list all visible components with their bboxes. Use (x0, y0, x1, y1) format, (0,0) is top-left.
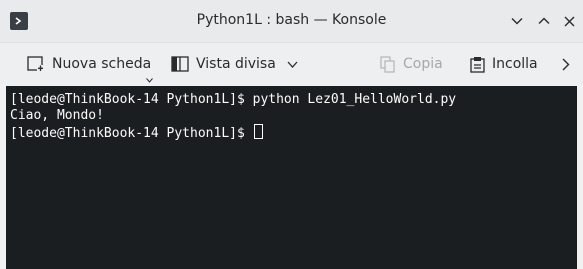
terminal-cursor (253, 124, 263, 139)
close-icon[interactable] (560, 12, 578, 30)
split-view-label: Vista divisa (196, 56, 276, 72)
terminal-line: [leode@ThinkBook-14 Python1L]$ python Le… (10, 92, 457, 107)
split-view-icon (171, 56, 189, 72)
konsole-window: Python1L : bash — Konsole Nuova scheda V… (0, 0, 583, 269)
terminal-prompt: [leode@ThinkBook-14 Python1L]$ (10, 126, 253, 141)
new-tab-button[interactable]: Nuova scheda (27, 51, 151, 77)
split-view-button[interactable]: Vista divisa (171, 51, 298, 77)
chevron-right-icon (562, 58, 570, 70)
copy-button[interactable]: Copia (380, 51, 443, 77)
terminal-line: Ciao, Mondo! (10, 108, 104, 123)
window-border-right (577, 86, 583, 269)
copy-label: Copia (403, 56, 443, 72)
paste-icon (470, 56, 485, 73)
more-actions-button[interactable] (562, 51, 570, 77)
paste-button[interactable]: Incolla (470, 51, 538, 77)
window-title: Python1L : bash — Konsole (196, 12, 387, 28)
new-tab-icon (27, 56, 44, 71)
maximize-icon[interactable] (535, 12, 553, 30)
new-tab-label: Nuova scheda (52, 56, 152, 72)
terminal-prompt-line: [leode@ThinkBook-14 Python1L]$ (10, 124, 577, 141)
window-border-left (0, 86, 6, 269)
toolbar: Nuova scheda Vista divisa Copia Incolla (0, 43, 583, 85)
title-bar[interactable]: Python1L : bash — Konsole (0, 0, 583, 43)
chevron-down-icon[interactable] (287, 61, 298, 68)
new-tab-menu-chevron-icon[interactable] (146, 68, 153, 87)
minimize-icon[interactable] (508, 12, 526, 30)
terminal-view[interactable]: [leode@ThinkBook-14 Python1L]$ python Le… (6, 86, 577, 269)
copy-icon (380, 55, 395, 73)
paste-label: Incolla (492, 56, 538, 72)
